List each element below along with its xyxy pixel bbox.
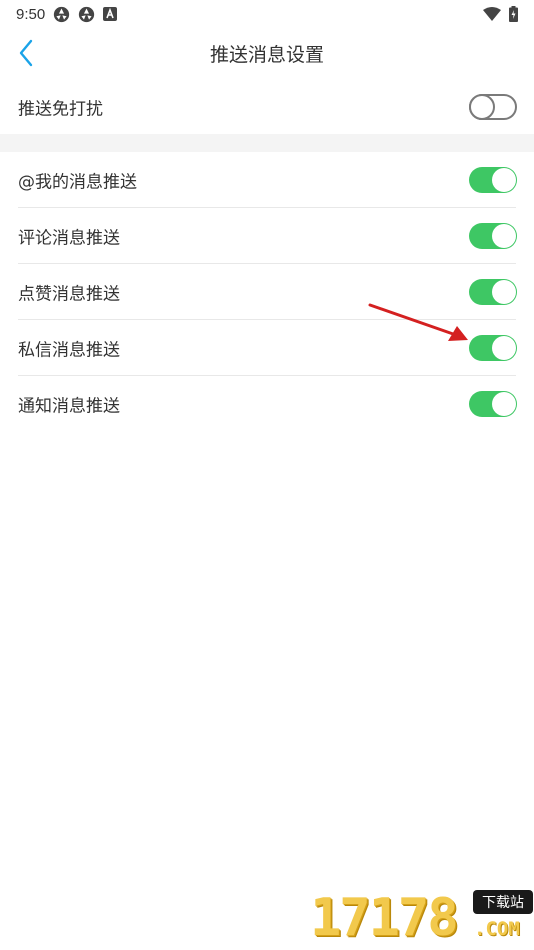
page-title: 推送消息设置 <box>209 44 324 66</box>
notice-push-toggle[interactable] <box>469 391 517 417</box>
setting-label: 点赞消息推送 <box>18 284 120 305</box>
site-watermark: 17178 下载站 .COM <box>310 888 534 950</box>
annotation-arrow-icon <box>368 303 468 341</box>
toggle-knob <box>492 392 516 416</box>
setting-label: 评论消息推送 <box>18 228 120 249</box>
app-a-icon <box>103 7 118 21</box>
nav-bar: 推送消息设置 <box>0 28 534 78</box>
battery-charging-icon <box>509 6 518 22</box>
dnd-toggle[interactable] <box>469 94 517 120</box>
settings-row-comment: 评论消息推送 <box>0 208 534 264</box>
comment-push-toggle[interactable] <box>469 223 517 249</box>
toggle-knob <box>492 336 516 360</box>
settings-row-dnd: 推送免打扰 <box>0 79 534 135</box>
watermark-suffix: .COM <box>474 918 520 940</box>
section-divider <box>0 134 534 152</box>
setting-label: 通知消息推送 <box>18 396 120 417</box>
setting-label: 私信消息推送 <box>18 340 120 361</box>
toggle-knob <box>492 280 516 304</box>
settings-row-mention: @我的消息推送 <box>0 152 534 208</box>
toggle-knob <box>469 94 495 120</box>
status-notification-icons <box>53 6 118 23</box>
status-time: 9:50 <box>16 5 46 23</box>
setting-label: 推送免打扰 <box>18 99 103 120</box>
aperture-icon <box>79 6 95 22</box>
watermark-badge: 下载站 <box>473 890 533 914</box>
mention-push-toggle[interactable] <box>469 167 517 193</box>
aperture-icon <box>54 6 70 22</box>
setting-label: @我的消息推送 <box>18 172 137 193</box>
toggle-knob <box>492 168 516 192</box>
watermark-number: 17178 <box>310 888 459 948</box>
wifi-icon <box>483 7 501 21</box>
status-left: 9:50 <box>16 5 118 23</box>
toggle-knob <box>492 224 516 248</box>
settings-row-notice: 通知消息推送 <box>0 376 534 432</box>
status-bar: 9:50 <box>0 0 534 28</box>
status-right <box>483 6 518 22</box>
